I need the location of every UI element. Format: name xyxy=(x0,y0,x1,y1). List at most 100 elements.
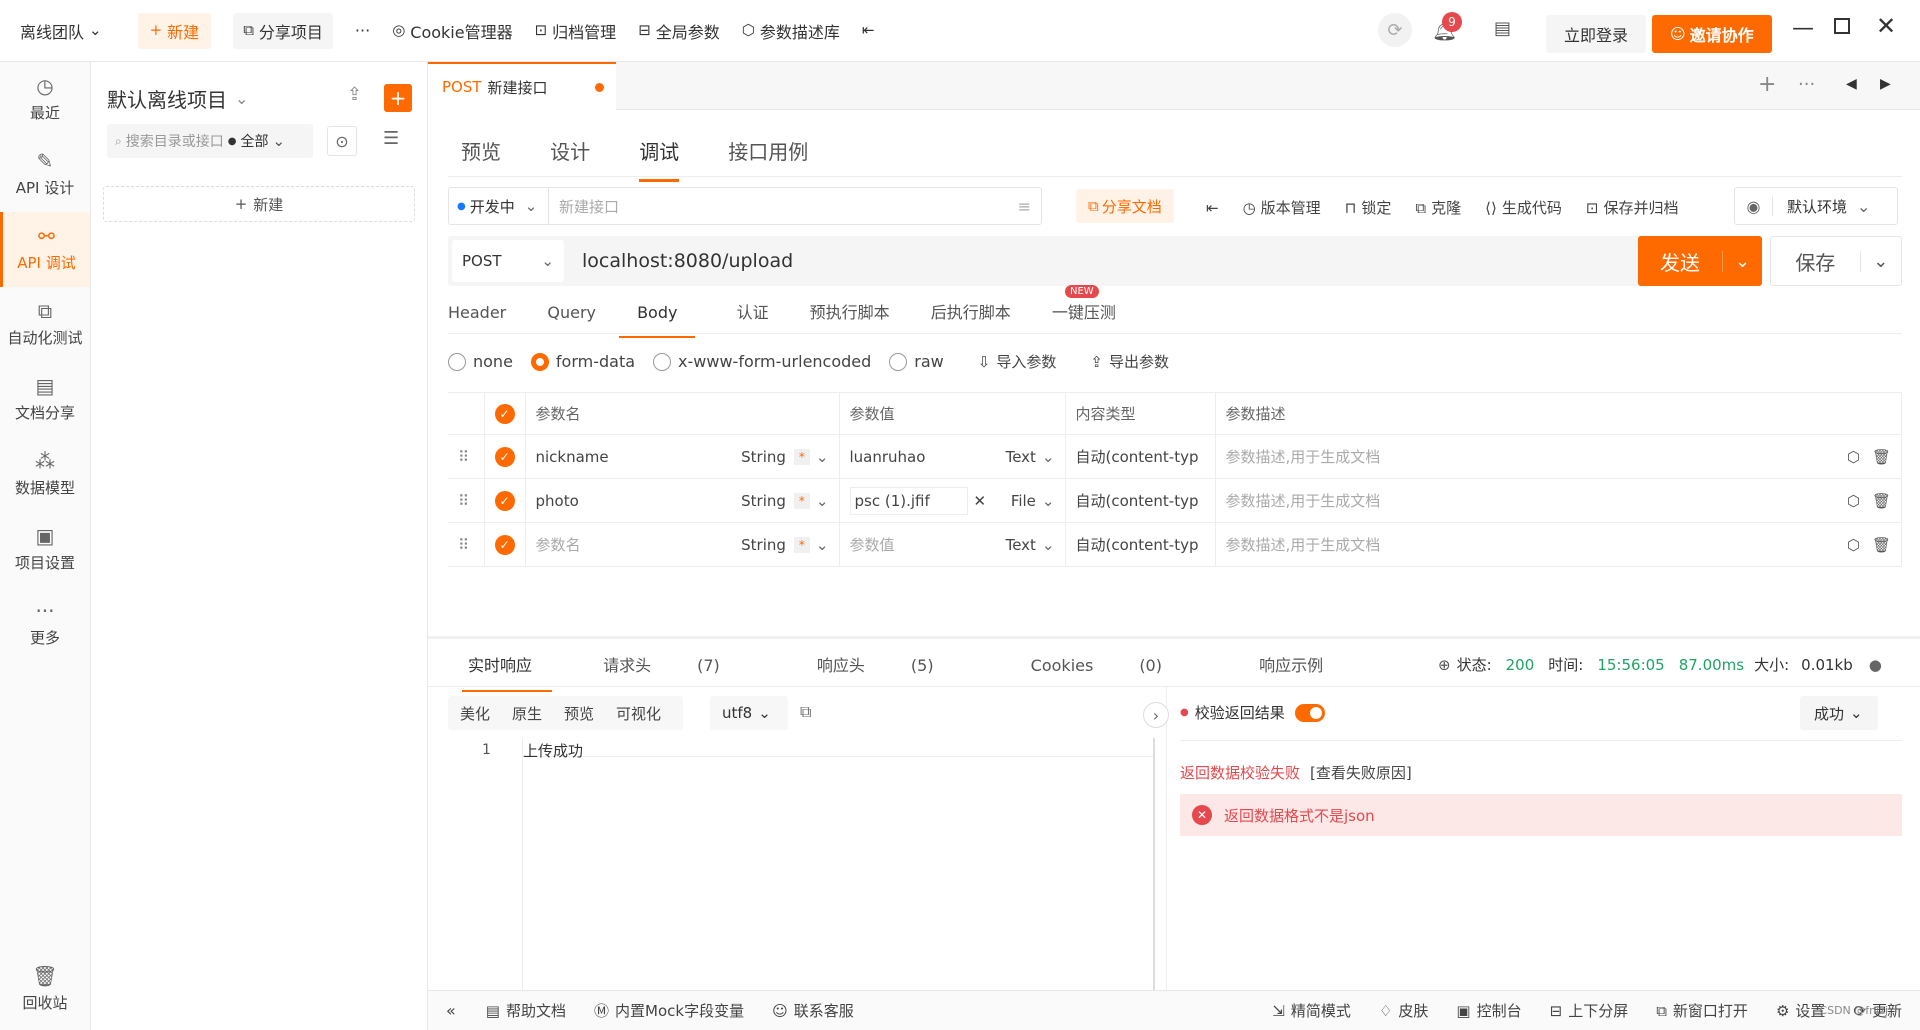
global-params-button[interactable]: ⊟ 全局参数 xyxy=(638,19,720,43)
splitter[interactable] xyxy=(428,636,1920,639)
param-library-button[interactable]: ⬡ 参数描述库 xyxy=(742,19,840,43)
cookie-manager-button[interactable]: ◎ Cookie管理器 xyxy=(392,19,512,43)
radio-none[interactable]: none xyxy=(448,352,513,371)
format-icon[interactable]: ≡ xyxy=(1018,197,1031,216)
radio-form-data[interactable]: form-data xyxy=(530,352,635,371)
drag-handle-icon[interactable]: ⠿ xyxy=(448,478,485,523)
param-name[interactable]: 参数名 xyxy=(536,534,581,555)
value-type[interactable]: Text xyxy=(1006,536,1036,554)
align-icon[interactable]: ⇤ xyxy=(1206,199,1219,217)
more-menu-button[interactable]: ··· xyxy=(355,21,370,40)
collapse-menu-icon[interactable]: ⇤ xyxy=(862,23,875,38)
tab-new-api[interactable]: POST 新建接口 xyxy=(428,62,616,110)
send-button[interactable]: 发送 ⌄ xyxy=(1638,236,1762,286)
file-input[interactable]: psc (1).jfif xyxy=(849,486,968,515)
info-icon[interactable]: ● xyxy=(1869,656,1882,674)
sort-icon[interactable]: ☰ xyxy=(383,128,399,149)
new-button[interactable]: + 新建 xyxy=(137,12,212,49)
notes-icon[interactable]: ▤ xyxy=(1494,18,1511,39)
copy-icon[interactable]: ⧉ xyxy=(800,702,811,722)
env-select[interactable]: ◉ 默认环境 ⌄ xyxy=(1734,187,1898,225)
tab-auth[interactable]: 认证 xyxy=(737,299,769,337)
radio-raw[interactable]: raw xyxy=(889,352,944,371)
delete-icon[interactable]: 🗑︎ xyxy=(1872,492,1891,510)
tab-cookies[interactable]: Cookies (0) xyxy=(1031,656,1208,703)
row-checkbox[interactable]: ✓ xyxy=(494,490,515,511)
prev-tab-icon[interactable]: ◀ xyxy=(1846,76,1857,92)
status-select[interactable]: ● 开发中 ⌄ xyxy=(449,188,549,224)
tab-preview[interactable]: 预览 xyxy=(461,136,501,179)
sidebar-item-more[interactable]: ··· 更多 xyxy=(0,587,90,662)
row-checkbox[interactable]: ✓ xyxy=(494,534,515,555)
sidebar-item-data-model[interactable]: ⁂ 数据模型 xyxy=(0,437,90,512)
api-name-input[interactable]: 新建接口 xyxy=(549,196,1018,217)
settings-button[interactable]: ⚙ 设置 xyxy=(1776,1000,1825,1021)
sidebar-item-recent[interactable]: ◷ 最近 xyxy=(0,62,90,137)
new-window-button[interactable]: ⧉ 新窗口打开 xyxy=(1656,1000,1748,1021)
param-desc[interactable]: 参数描述,用于生成文档 xyxy=(1226,534,1381,555)
fail-reason-link[interactable]: [查看失败原因] xyxy=(1310,762,1412,783)
sidebar-item-trash[interactable]: 🗑︎ 回收站 xyxy=(0,952,90,1027)
export-params-button[interactable]: ⇪ 导出参数 xyxy=(1090,351,1169,372)
tab-query[interactable]: Query xyxy=(547,303,596,336)
sidebar-item-automation[interactable]: ⧉ 自动化测试 xyxy=(0,287,90,362)
share-project-button[interactable]: ⧉ 分享项目 xyxy=(233,12,333,49)
support-button[interactable]: ☺ 联系客服 xyxy=(772,1000,854,1021)
sidebar-item-api-debug[interactable]: ⚯ API 调试 xyxy=(0,212,90,287)
result-select[interactable]: 成功 ⌄ xyxy=(1800,696,1878,730)
clear-icon[interactable]: ✕ xyxy=(974,492,987,510)
save-archive-button[interactable]: ⊡ 保存并归档 xyxy=(1586,197,1679,218)
search-input[interactable]: ⌕ 搜索目录或接口 ● 全部 ⌄ xyxy=(107,124,313,158)
content-type[interactable]: 自动(content-typ xyxy=(1064,434,1216,479)
param-desc[interactable]: 参数描述,用于生成文档 xyxy=(1226,490,1381,511)
cube-icon[interactable]: ⬡ xyxy=(1847,448,1860,466)
param-name[interactable]: photo xyxy=(536,492,579,510)
chevron-down-icon[interactable]: ⌄ xyxy=(1722,250,1762,272)
archive-button[interactable]: ⊡ 归档管理 xyxy=(535,19,617,43)
save-button[interactable]: 保存 ⌄ xyxy=(1770,236,1902,286)
collapse-icon[interactable]: « xyxy=(446,1001,456,1020)
param-type[interactable]: String xyxy=(741,448,786,466)
chevron-down-icon[interactable]: ⌄ xyxy=(1859,250,1901,272)
mock-vars-button[interactable]: Ⓜ 内置Mock字段变量 xyxy=(594,1000,744,1021)
content-type[interactable]: 自动(content-typ xyxy=(1064,522,1216,567)
minimize-icon[interactable]: — xyxy=(1792,16,1814,41)
content-type[interactable]: 自动(content-typ xyxy=(1064,478,1216,523)
required-toggle[interactable]: * xyxy=(793,536,810,553)
add-button[interactable]: + xyxy=(384,84,412,112)
tab-beautify[interactable]: 美化 xyxy=(460,703,490,724)
tab-visualize[interactable]: 可视化 xyxy=(616,703,661,724)
next-tab-icon[interactable]: ▶ xyxy=(1880,76,1891,92)
filter-label[interactable]: 全部 xyxy=(240,131,268,151)
gen-code-button[interactable]: ⟨⟩ 生成代码 xyxy=(1485,197,1562,218)
param-type[interactable]: String xyxy=(741,492,786,510)
maximize-icon[interactable] xyxy=(1834,18,1850,34)
tab-pre-script[interactable]: 预执行脚本 xyxy=(810,299,890,337)
param-value[interactable]: luanruhao xyxy=(850,448,926,466)
new-item-button[interactable]: + 新建 xyxy=(103,186,415,222)
method-select[interactable]: POST ⌄ xyxy=(452,240,564,282)
share-doc-button[interactable]: ⧉ 分享文档 xyxy=(1076,189,1174,223)
delete-icon[interactable]: 🗑︎ xyxy=(1872,448,1891,466)
simple-mode-button[interactable]: ⇲ 精简模式 xyxy=(1272,1000,1351,1021)
help-docs-button[interactable]: ▤ 帮助文档 xyxy=(486,1000,566,1021)
invite-button[interactable]: ☺ 邀请协作 xyxy=(1652,15,1772,53)
value-type[interactable]: File xyxy=(1011,492,1036,510)
drag-handle-icon[interactable]: ⠿ xyxy=(448,522,485,567)
sync-icon[interactable]: ⟳ xyxy=(1378,13,1412,47)
split-button[interactable]: ⊟ 上下分屏 xyxy=(1550,1000,1629,1021)
console-button[interactable]: ▣ 控制台 xyxy=(1456,1000,1521,1021)
row-checkbox[interactable]: ✓ xyxy=(494,446,515,467)
sidebar-item-project-settings[interactable]: ▣ 项目设置 xyxy=(0,512,90,587)
delete-icon[interactable]: 🗑︎ xyxy=(1872,536,1891,554)
drag-handle-icon[interactable]: ⠿ xyxy=(448,434,485,479)
tab-testcases[interactable]: 接口用例 xyxy=(728,136,808,179)
add-tab-icon[interactable]: + xyxy=(1758,72,1776,97)
tab-preview[interactable]: 预览 xyxy=(564,703,594,724)
param-value[interactable]: 参数值 xyxy=(850,534,895,555)
validate-switch[interactable] xyxy=(1294,703,1325,722)
sidebar-item-api-design[interactable]: ✎ API 设计 xyxy=(0,137,90,212)
skin-button[interactable]: ♢ 皮肤 xyxy=(1379,1000,1428,1021)
tab-resp-example[interactable]: 响应示例 xyxy=(1259,652,1323,690)
editor-scrollbar[interactable] xyxy=(1153,738,1155,1030)
